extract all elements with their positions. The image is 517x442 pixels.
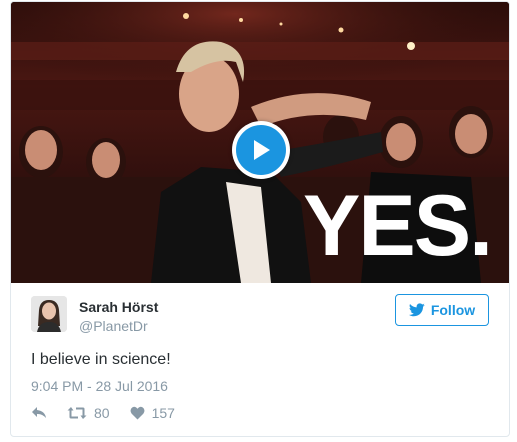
twitter-bird-icon [408, 303, 425, 317]
reply-button[interactable] [31, 406, 47, 420]
play-icon [236, 125, 286, 175]
retweet-count: 80 [94, 405, 110, 421]
like-count: 157 [151, 405, 175, 421]
author-handle[interactable]: @PlanetDr [79, 317, 158, 335]
gif-overlay-caption: YES. [303, 178, 493, 274]
retweet-icon [67, 407, 87, 419]
tweet-timestamp[interactable]: 9:04 PM - 28 Jul 2016 [31, 378, 168, 394]
avatar[interactable] [31, 296, 67, 332]
follow-button[interactable]: Follow [395, 294, 489, 326]
reply-icon [32, 407, 46, 418]
tweet-text: I believe in science! [31, 351, 171, 368]
author-display-name[interactable]: Sarah Hörst [79, 298, 158, 316]
author-names[interactable]: Sarah Hörst @PlanetDr [79, 298, 158, 335]
retweet-button[interactable]: 80 [67, 405, 110, 421]
like-button[interactable]: 157 [130, 405, 175, 421]
follow-label: Follow [430, 302, 476, 318]
tweet-media-gif[interactable]: YES. [11, 2, 509, 283]
heart-icon [130, 406, 145, 420]
tweet-actions: 80 157 [31, 402, 195, 424]
embedded-tweet-card: YES. Sarah Hörst @PlanetDr Follow I beli… [10, 1, 510, 437]
play-button[interactable] [232, 121, 290, 179]
